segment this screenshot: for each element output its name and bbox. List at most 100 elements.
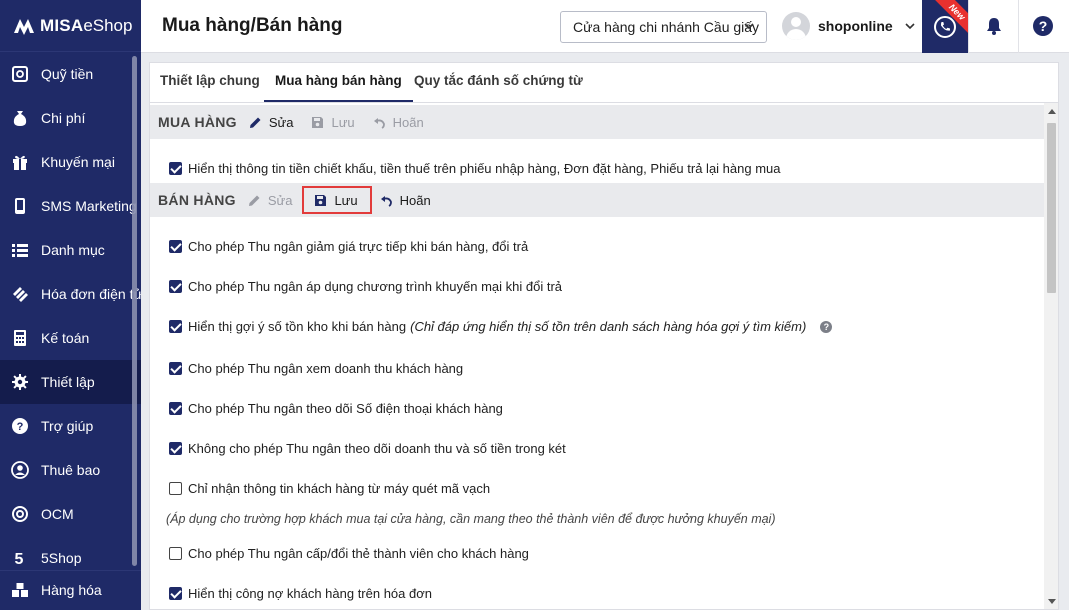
purchase-edit-label: Sửa — [268, 114, 294, 130]
sales-option-row[interactable]: Cho phép Thu ngân xem doanh thu khách hà… — [169, 361, 463, 376]
sidebar-item-label: Chi phí — [41, 110, 86, 126]
purchase-option-row[interactable]: Hiển thị thông tin tiền chiết khấu, tiền… — [169, 161, 781, 176]
sidebar-item-label: Danh mục — [41, 242, 105, 258]
tab-mua-hang-ban-hang[interactable]: Mua hàng bán hàng — [264, 63, 413, 102]
list-icon — [11, 241, 29, 259]
purchase-section-title: MUA HÀNG — [158, 114, 237, 130]
sidebar-item-label: Hàng hóa — [41, 582, 102, 598]
checkbox[interactable] — [169, 240, 182, 253]
brand-name-part2: eShop — [83, 15, 133, 35]
boxes-icon — [11, 581, 29, 599]
sidebar-item-ocm[interactable]: OCM — [0, 492, 141, 536]
sidebar-item-danh-muc[interactable]: Danh mục — [0, 228, 141, 272]
money-bag-icon — [11, 109, 29, 127]
sales-save-button[interactable]: Lưu — [302, 186, 372, 214]
sales-option-row[interactable]: Hiển thị gợi ý số tồn kho khi bán hàng (… — [169, 319, 833, 334]
sales-option-row[interactable]: Hiển thị công nợ khách hàng trên hóa đơn — [169, 586, 432, 601]
sidebar-item-label: Khuyến mại — [41, 154, 115, 170]
top-header: Mua hàng/Bán hàng Cửa hàng chi nhánh Cầu… — [141, 0, 1069, 53]
call-center-button[interactable]: New — [922, 0, 968, 53]
option-note: (Chỉ đáp ứng hiển thị số tồn trên danh s… — [410, 319, 807, 334]
page-title: Mua hàng/Bán hàng — [162, 15, 343, 36]
checkbox[interactable] — [169, 362, 182, 375]
sales-undo-button[interactable]: Hoãn — [380, 193, 431, 208]
sidebar-item-label: Trợ giúp — [41, 418, 94, 434]
header-divider — [968, 0, 969, 53]
help-button[interactable]: ? — [1033, 16, 1053, 36]
purchase-save-label: Lưu — [331, 114, 355, 130]
tab-thiet-lap-chung[interactable]: Thiết lập chung — [160, 63, 260, 102]
sales-section-title: BÁN HÀNG — [158, 192, 236, 208]
chevron-down-icon — [744, 23, 754, 30]
checkbox[interactable] — [169, 402, 182, 415]
sales-section-header: BÁN HÀNG Sửa Lưu Hoãn — [150, 183, 1044, 217]
scrollbar-thumb[interactable] — [1047, 123, 1056, 293]
sidebar-item-label: Thiết lập — [41, 374, 95, 390]
sales-option-row[interactable]: Không cho phép Thu ngân theo dõi doanh t… — [169, 441, 566, 456]
checkbox[interactable] — [169, 162, 182, 175]
sidebar-item-thiet-lap[interactable]: Thiết lập — [0, 360, 141, 404]
scroll-down-icon[interactable] — [1048, 599, 1056, 604]
sidebar-scrollbar[interactable] — [132, 56, 137, 566]
gear-icon — [11, 373, 29, 391]
checkbox[interactable] — [169, 280, 182, 293]
purchase-undo-label: Hoãn — [392, 114, 424, 130]
save-icon — [312, 116, 324, 128]
save-icon — [315, 194, 327, 206]
sidebar-item-thue-bao[interactable]: Thuê bao — [0, 448, 141, 492]
sidebar-item-khuyen-mai[interactable]: Khuyến mại — [0, 140, 141, 184]
sidebar-item-ke-toan[interactable]: Kế toán — [0, 316, 141, 360]
option-label: Cho phép Thu ngân giảm giá trực tiếp khi… — [188, 239, 529, 254]
checkbox[interactable] — [169, 442, 182, 455]
checkbox[interactable] — [169, 547, 182, 560]
sidebar-item-quy-tien[interactable]: Quỹ tiền — [0, 52, 141, 96]
sales-option-row[interactable]: Cho phép Thu ngân theo dõi Số điện thoại… — [169, 401, 503, 416]
purchase-undo-button[interactable]: Hoãn — [373, 115, 424, 130]
option-label: Cho phép Thu ngân cấp/đổi thẻ thành viên… — [188, 546, 529, 561]
sales-option-row[interactable]: Cho phép Thu ngân áp dụng chương trình k… — [169, 279, 562, 294]
checkbox[interactable] — [169, 320, 182, 333]
tab-quy-tac-danh-so[interactable]: Quy tắc đánh số chứng từ — [414, 63, 583, 102]
sidebar-item-label: 5Shop — [41, 550, 82, 566]
checkbox[interactable] — [169, 587, 182, 600]
undo-icon — [373, 117, 385, 129]
calculator-icon — [11, 329, 29, 347]
mobile-icon — [11, 197, 29, 215]
sales-option-row[interactable]: Cho phép Thu ngân cấp/đổi thẻ thành viên… — [169, 546, 529, 561]
content-scrollbar[interactable] — [1044, 103, 1058, 609]
option-label: Hiển thị thông tin tiền chiết khấu, tiền… — [188, 161, 781, 176]
sidebar-item-sms-marketing[interactable]: SMS Marketing — [0, 184, 141, 228]
sidebar-item-label: Hóa đơn điện tử — [41, 286, 141, 302]
question-icon: ? — [1038, 18, 1048, 34]
settings-panel: Thiết lập chung Mua hàng bán hàng Quy tắ… — [149, 62, 1059, 610]
pencil-icon — [248, 195, 260, 206]
ocm-icon — [11, 505, 29, 523]
sales-edit-button[interactable]: Sửa — [248, 193, 292, 208]
user-menu[interactable]: shoponline — [782, 12, 915, 40]
question-icon[interactable]: ? — [820, 320, 833, 333]
avatar — [782, 12, 810, 40]
svg-text:5: 5 — [15, 551, 24, 567]
sidebar-item-chi-phi[interactable]: Chi phí — [0, 96, 141, 140]
branch-select[interactable]: Cửa hàng chi nhánh Cầu giấy — [560, 11, 767, 43]
checkbox[interactable] — [169, 482, 182, 495]
brand-logo[interactable]: MISA eShop — [0, 0, 141, 52]
purchase-save-button[interactable]: Lưu — [311, 114, 355, 130]
sales-option-row[interactable]: Chỉ nhận thông tin khách hàng từ máy qué… — [169, 481, 490, 496]
option-label: Không cho phép Thu ngân theo dõi doanh t… — [188, 441, 566, 456]
5shop-icon: 5 — [11, 549, 29, 567]
sidebar-item-tro-giup[interactable]: ? Trợ giúp — [0, 404, 141, 448]
sidebar-item-label: Kế toán — [41, 330, 90, 346]
sidebar-item-hoa-don-dien-tu[interactable]: Hóa đơn điện tử — [0, 272, 141, 316]
user-icon — [11, 461, 29, 479]
bell-icon[interactable] — [984, 16, 1004, 36]
brand-name-part1: MISA — [40, 15, 84, 35]
sales-save-label: Lưu — [334, 192, 358, 208]
sidebar-bottom: Hàng hóa — [0, 570, 141, 610]
gift-icon — [11, 153, 29, 171]
branch-select-value: Cửa hàng chi nhánh Cầu giấy — [573, 19, 760, 35]
scroll-up-icon[interactable] — [1048, 109, 1056, 114]
sales-option-row[interactable]: Cho phép Thu ngân giảm giá trực tiếp khi… — [169, 239, 528, 254]
purchase-edit-button[interactable]: Sửa — [249, 114, 294, 130]
sidebar-item-hang-hoa[interactable]: Hàng hóa — [0, 571, 141, 609]
